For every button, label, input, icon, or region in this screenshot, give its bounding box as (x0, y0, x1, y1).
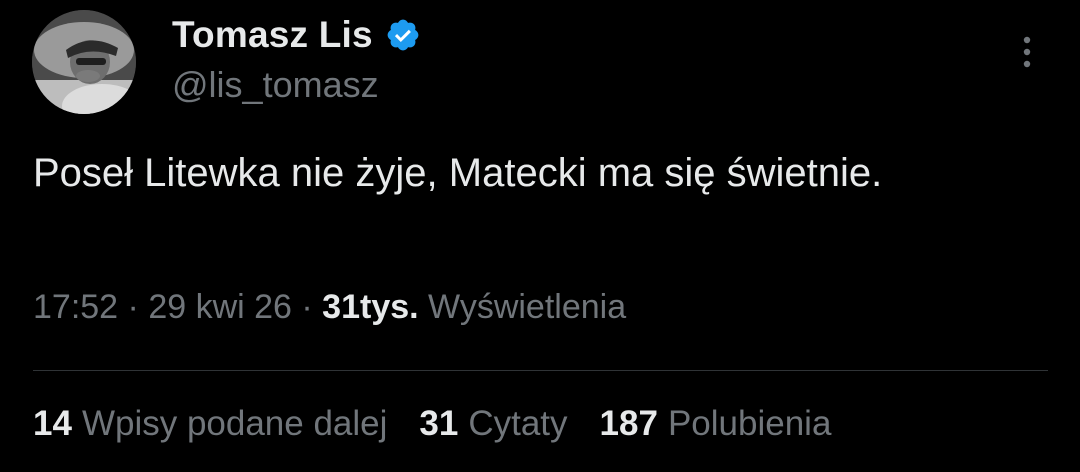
verified-badge-icon[interactable] (385, 17, 421, 53)
views-count[interactable]: 31tys. (322, 288, 418, 326)
author-name-row: Tomasz Lis (172, 12, 421, 58)
views-label: Wyświetlenia (418, 288, 627, 326)
quotes-count: 31 (419, 404, 459, 443)
reposts-stat[interactable]: 14 Wpisy podane dalej (33, 404, 387, 444)
meta-separator: · (291, 288, 323, 326)
likes-count: 187 (599, 404, 658, 443)
quotes-stat[interactable]: 31 Cytaty (419, 404, 567, 444)
reposts-label: Wpisy podane dalej (81, 404, 388, 443)
avatar-image (32, 10, 136, 114)
tweet-stats: 14 Wpisy podane dalej 31 Cytaty 187 Polu… (33, 404, 831, 444)
author-display-name[interactable]: Tomasz Lis (172, 14, 373, 56)
quotes-label: Cytaty (468, 404, 568, 443)
tweet-time[interactable]: 17:52 (33, 288, 118, 326)
tweet-meta: 17:52 · 29 kwi 26 · 31tys. Wyświetlenia (33, 288, 626, 327)
more-vertical-icon[interactable] (1012, 32, 1042, 72)
divider (33, 370, 1048, 371)
reposts-count: 14 (33, 404, 72, 443)
meta-separator: · (118, 288, 149, 326)
likes-label: Polubienia (667, 404, 832, 443)
avatar[interactable] (32, 10, 136, 114)
likes-stat[interactable]: 187 Polubienia (600, 404, 832, 444)
tweet-text: Poseł Litewka nie żyje, Matecki ma się ś… (33, 151, 883, 195)
author-handle[interactable]: @lis_tomasz (172, 64, 379, 106)
tweet-date[interactable]: 29 kwi 26 (148, 288, 292, 326)
